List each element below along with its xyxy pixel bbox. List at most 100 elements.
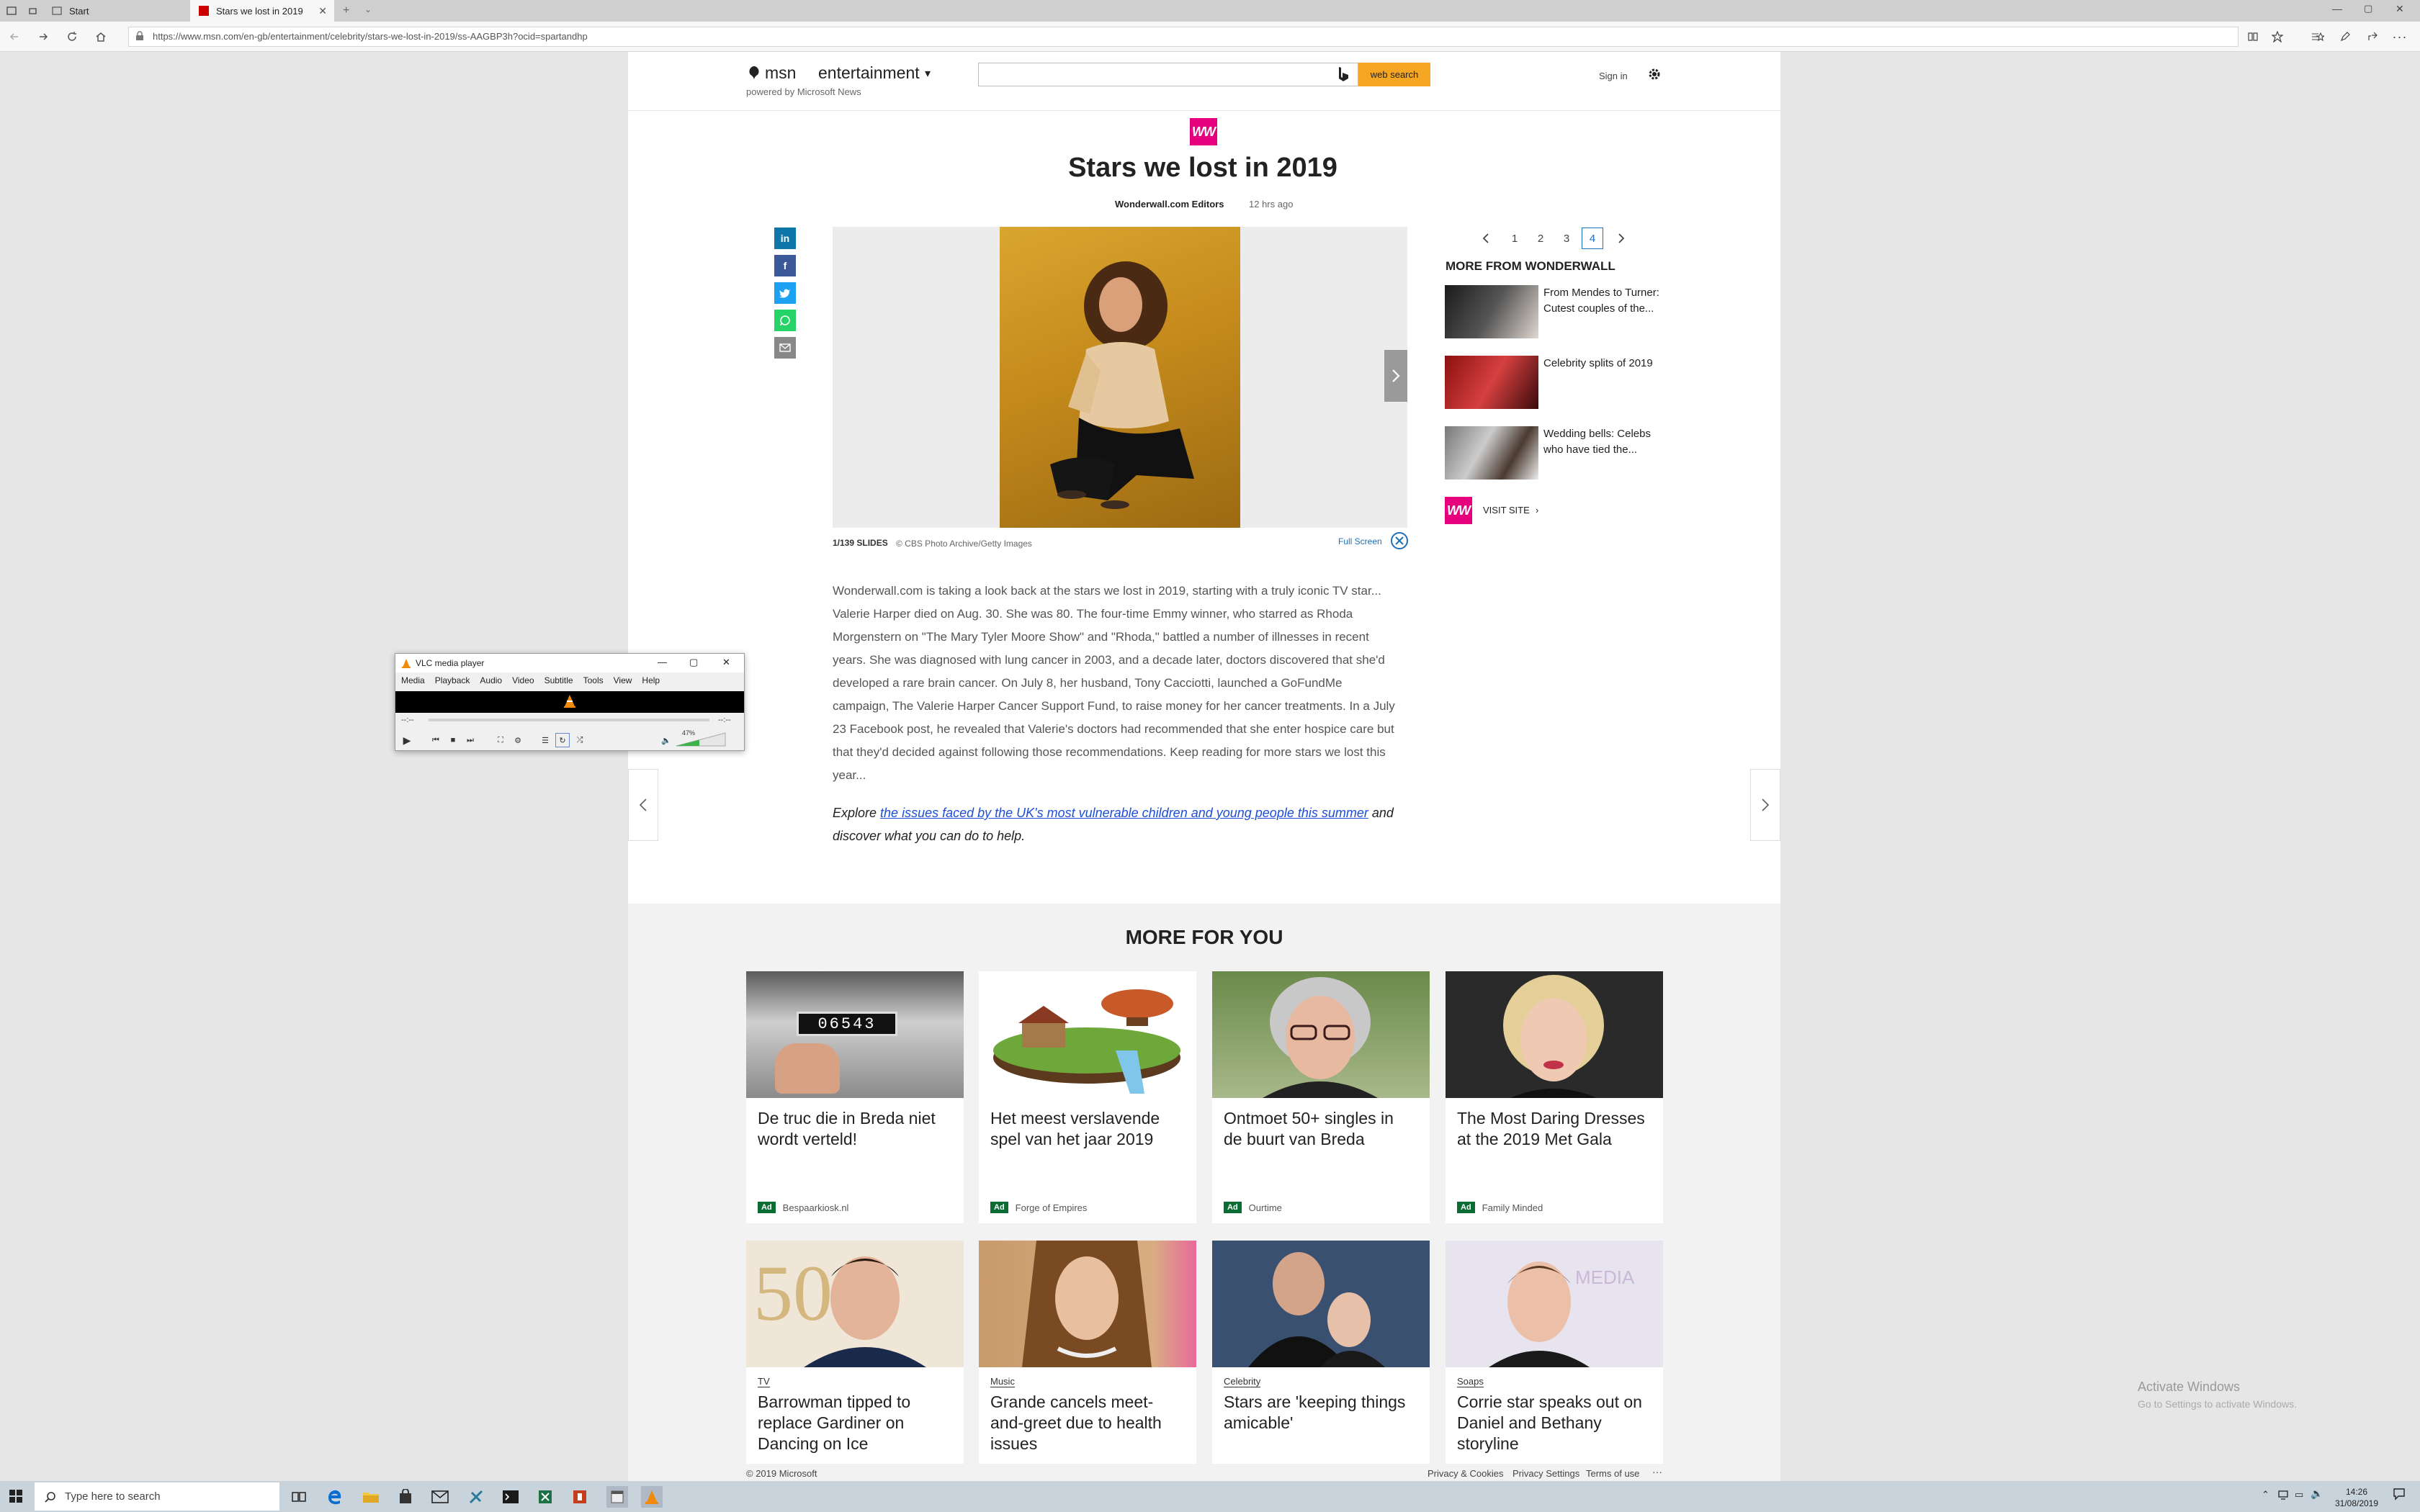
favorites-hub-icon[interactable] xyxy=(2309,28,2326,45)
close-window-icon[interactable]: ✕ xyxy=(2396,3,2404,15)
more-icon[interactable]: ··· xyxy=(2391,28,2408,45)
section-dropdown[interactable]: entertainment xyxy=(818,63,920,83)
excel-icon[interactable] xyxy=(534,1486,556,1508)
share-icon[interactable] xyxy=(2364,28,2381,45)
tab-stars-we-lost[interactable]: Stars we lost in 2019 ✕ xyxy=(190,0,334,22)
twitter-share-button[interactable] xyxy=(774,282,796,304)
facebook-share-button[interactable]: f xyxy=(774,255,796,276)
minimize-icon[interactable]: — xyxy=(2332,3,2342,14)
mail-icon[interactable] xyxy=(429,1486,451,1508)
more-item-couples[interactable]: From Mendes to Turner: Cutest couples of… xyxy=(1543,285,1673,317)
close-tab-icon[interactable]: ✕ xyxy=(318,5,327,17)
refresh-icon[interactable] xyxy=(63,28,81,45)
terminal-icon[interactable] xyxy=(500,1486,521,1508)
gear-icon[interactable] xyxy=(1646,66,1662,82)
msn-logo-text[interactable]: msn xyxy=(765,63,796,83)
more-item-weddings[interactable]: Wedding bells: Celebs who have tied the.… xyxy=(1543,426,1673,458)
vlc-titlebar[interactable]: VLC media player — ▢ ✕ xyxy=(395,654,744,672)
back-tabs-icon[interactable] xyxy=(27,5,39,17)
battery-icon[interactable]: ▭ xyxy=(2295,1489,2303,1500)
powerpoint-icon[interactable] xyxy=(569,1486,591,1508)
more-item-splits[interactable]: Celebrity splits of 2019 xyxy=(1543,356,1673,372)
network-icon[interactable] xyxy=(2277,1489,2289,1500)
windows-start-icon[interactable] xyxy=(9,1489,23,1503)
ad-card[interactable]: 06543 De truc die in Breda niet wordt ve… xyxy=(746,971,964,1223)
reading-view-icon[interactable] xyxy=(2244,28,2262,45)
prev-page-icon[interactable] xyxy=(1475,228,1497,249)
terms-link[interactable]: Terms of use xyxy=(1586,1468,1639,1479)
thumb-splits[interactable] xyxy=(1445,356,1538,409)
explore-link[interactable]: the issues faced by the UK's most vulner… xyxy=(880,806,1368,820)
home-icon[interactable] xyxy=(92,28,109,45)
sign-in-link[interactable]: Sign in xyxy=(1599,71,1628,81)
stop-icon[interactable]: ■ xyxy=(446,733,460,747)
clock[interactable]: 14:26 31/08/2019 xyxy=(2331,1486,2383,1509)
card-category[interactable]: TV xyxy=(758,1376,770,1387)
back-icon[interactable] xyxy=(6,28,23,45)
msn-butterfly-icon[interactable] xyxy=(745,63,763,82)
vlc-menu-subtitle[interactable]: Subtitle xyxy=(544,675,573,690)
notifications-icon[interactable] xyxy=(2393,1488,2406,1500)
vlc-seek-bar[interactable] xyxy=(429,719,709,721)
browser-active-icon[interactable] xyxy=(606,1486,628,1508)
news-card[interactable]: Celebrity Stars are 'keeping things amic… xyxy=(1212,1241,1430,1464)
news-card[interactable]: 50 TV Barrowman tipped to replace Gardin… xyxy=(746,1241,964,1464)
fullscreen-icon[interactable]: ⛶ xyxy=(493,733,508,747)
visit-site-link[interactable]: VISIT SITE xyxy=(1483,505,1530,516)
linkedin-share-button[interactable]: in xyxy=(774,228,796,249)
card-category[interactable]: Celebrity xyxy=(1224,1376,1261,1387)
taskbar-search[interactable]: Type here to search xyxy=(35,1482,279,1511)
fullscreen-link[interactable]: Full Screen xyxy=(1338,536,1382,546)
vlc-menu-video[interactable]: Video xyxy=(512,675,534,690)
tab-start[interactable]: Start xyxy=(43,0,187,22)
whatsapp-share-button[interactable] xyxy=(774,310,796,331)
maximize-icon[interactable]: ▢ xyxy=(2364,3,2372,14)
email-share-button[interactable] xyxy=(774,337,796,359)
maximize-icon[interactable]: ▢ xyxy=(689,657,698,668)
pen-icon[interactable] xyxy=(2336,28,2354,45)
vlc-menu-media[interactable]: Media xyxy=(401,675,425,690)
news-card[interactable]: Music Grande cancels meet- and-greet due… xyxy=(979,1241,1196,1464)
prev-article-button[interactable] xyxy=(628,769,658,841)
playlist-icon[interactable]: ☰ xyxy=(538,733,552,747)
ad-card[interactable]: The Most Daring Dresses at the 2019 Met … xyxy=(1446,971,1663,1223)
minimize-icon[interactable]: — xyxy=(658,657,667,667)
vlc-window[interactable]: VLC media player — ▢ ✕ Media Playback Au… xyxy=(395,653,745,751)
file-explorer-icon[interactable] xyxy=(360,1486,382,1508)
shuffle-icon[interactable]: ⤮ xyxy=(573,733,587,747)
task-view-icon[interactable] xyxy=(288,1486,310,1508)
ad-card[interactable]: Ontmoet 50+ singles in de buurt van Bred… xyxy=(1212,971,1430,1223)
vlc-menu-view[interactable]: View xyxy=(614,675,632,690)
store-icon[interactable] xyxy=(395,1486,416,1508)
chevron-down-icon[interactable]: ▾ xyxy=(925,66,931,81)
next-page-icon[interactable] xyxy=(1610,228,1632,249)
wonderwall-logo[interactable]: WW xyxy=(1445,497,1472,524)
tab-actions-icon[interactable] xyxy=(6,5,17,17)
page-3-link[interactable]: 3 xyxy=(1556,228,1577,249)
speaker-icon[interactable]: 🔈 xyxy=(659,733,673,747)
privacy-cookies-link[interactable]: Privacy & Cookies xyxy=(1428,1468,1503,1479)
new-tab-icon[interactable]: + xyxy=(343,4,349,17)
page-1-link[interactable]: 1 xyxy=(1504,228,1525,249)
chevron-up-icon[interactable]: ⌃ xyxy=(2262,1489,2269,1500)
news-card[interactable]: MEDIA Soaps Corrie star speaks out on Da… xyxy=(1446,1241,1663,1464)
close-icon[interactable]: ✕ xyxy=(722,657,730,668)
volume-icon[interactable]: 🔈 xyxy=(2311,1488,2323,1500)
thumb-couples[interactable] xyxy=(1445,285,1538,338)
vlc-menu-tools[interactable]: Tools xyxy=(583,675,604,690)
footer-more-icon[interactable]: ··· xyxy=(1652,1466,1662,1477)
thumb-weddings[interactable] xyxy=(1445,426,1538,480)
next-article-button[interactable] xyxy=(1750,769,1780,841)
web-search-button[interactable]: web search xyxy=(1358,63,1430,86)
chevron-down-icon[interactable]: ⌄ xyxy=(364,4,372,14)
forward-icon[interactable] xyxy=(35,28,52,45)
loop-icon[interactable]: ↻ xyxy=(555,733,570,747)
card-category[interactable]: Music xyxy=(990,1376,1015,1387)
extended-settings-icon[interactable]: ⚙ xyxy=(511,733,525,747)
vlc-menu-playback[interactable]: Playback xyxy=(435,675,470,690)
slide-next-button[interactable] xyxy=(1384,350,1407,402)
vlc-menu-help[interactable]: Help xyxy=(642,675,660,690)
app-icon[interactable] xyxy=(465,1486,487,1508)
search-input[interactable] xyxy=(978,63,1358,86)
privacy-settings-link[interactable]: Privacy Settings xyxy=(1512,1468,1579,1479)
